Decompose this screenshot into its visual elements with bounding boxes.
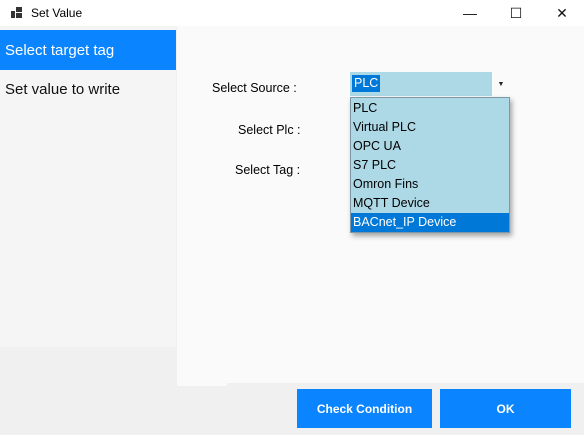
select-plc-label: Select Plc : [238, 123, 301, 137]
app-icon [11, 7, 22, 18]
option-s7-plc[interactable]: S7 PLC [351, 156, 509, 175]
option-bacnet-ip-device[interactable]: BACnet_IP Device [351, 213, 509, 232]
source-combobox[interactable]: PLC [350, 72, 510, 96]
check-condition-button[interactable]: Check Condition [297, 389, 432, 428]
select-source-label: Select Source : [212, 81, 297, 95]
maximize-button[interactable]: ☐ [493, 0, 539, 26]
sidebar: Select target tag Set value to write [0, 26, 176, 435]
close-button[interactable]: ✕ [539, 0, 584, 26]
sidebar-footer [0, 347, 176, 435]
dropdown-arrow-icon[interactable]: ▼ [492, 72, 510, 96]
source-combobox-value: PLC [352, 75, 381, 92]
option-plc[interactable]: PLC [351, 99, 509, 118]
option-omron-fins[interactable]: Omron Fins [351, 175, 509, 194]
option-opc-ua[interactable]: OPC UA [351, 137, 509, 156]
option-mqtt-device[interactable]: MQTT Device [351, 194, 509, 213]
window-title: Set Value [31, 6, 83, 20]
ok-button[interactable]: OK [440, 389, 571, 428]
content-panel-edge [177, 383, 227, 386]
minimize-button[interactable]: — [447, 0, 493, 26]
title-bar: Set Value — ☐ ✕ [0, 0, 584, 26]
source-dropdown-list: PLC Virtual PLC OPC UA S7 PLC Omron Fins… [350, 97, 510, 233]
sidebar-item-set-value[interactable]: Set value to write [0, 69, 176, 109]
option-virtual-plc[interactable]: Virtual PLC [351, 118, 509, 137]
select-tag-label: Select Tag : [235, 163, 301, 177]
sidebar-item-select-target-tag[interactable]: Select target tag [0, 30, 176, 70]
